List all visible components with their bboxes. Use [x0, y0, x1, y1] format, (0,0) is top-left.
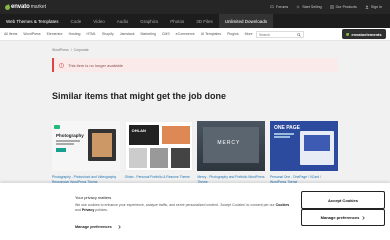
cookie-text-end: policies. — [94, 208, 108, 212]
sub-nav: All Items WordPress Elementor Hosting HT… — [0, 28, 390, 41]
category-nav: Web Themes & Templates Code Video Audio … — [0, 14, 390, 28]
item-card[interactable]: OHLAN Ohlan - Personal Portfolio & Resum… — [124, 121, 193, 184]
subnav-ui-templates[interactable]: UI Templates — [198, 32, 224, 36]
accept-cookies-button[interactable]: Accept Cookies — [301, 191, 385, 209]
manage-preferences-button[interactable]: Manage preferences — [301, 209, 385, 226]
top-links: Forums Start Selling Our Products Sign I… — [270, 0, 390, 14]
start-selling-label: Start Selling — [302, 5, 322, 9]
item-thumbnail[interactable]: MERCY — [197, 121, 266, 171]
cat-graphics[interactable]: Graphics — [134, 14, 164, 28]
forums-label: Forums — [276, 5, 289, 9]
cookies-policy-link[interactable]: Cookies — [276, 203, 290, 207]
alert-message: This item is no longer available — [68, 62, 123, 68]
start-selling-link[interactable]: Start Selling — [296, 5, 322, 9]
thumb-label: ONE PAGE — [273, 125, 300, 131]
envato-elements-button[interactable]: envatoelements — [342, 29, 386, 39]
our-products-label: Our Products — [335, 5, 357, 9]
cat-3d-files[interactable]: 3D Files — [190, 14, 219, 28]
item-thumbnail[interactable]: OHLAN — [124, 121, 193, 171]
forums-link[interactable]: Forums — [270, 5, 288, 9]
thumb-label: MERCY — [217, 140, 241, 146]
top-bar: envato market Forums Start Selling Our P… — [0, 0, 390, 14]
cookie-text: We use cookies to enhance your experienc… — [75, 203, 295, 213]
privacy-policy-link[interactable]: Privacy — [82, 208, 94, 212]
subnav-cms[interactable]: CMS — [159, 32, 173, 36]
manage-preferences-button-label: Manage preferences — [320, 215, 360, 220]
thumb-label: OHLAN — [131, 128, 146, 133]
subnav-marketing[interactable]: Marketing — [138, 32, 159, 36]
cat-audio[interactable]: Audio — [111, 14, 135, 28]
envato-elements-label: envatoelements — [351, 31, 382, 37]
cat-code[interactable]: Code — [65, 14, 88, 28]
similar-items-heading: Similar items that might get the job don… — [52, 91, 227, 101]
forum-icon — [270, 5, 274, 8]
envato-logo[interactable]: envato market — [4, 0, 47, 14]
cat-video[interactable]: Video — [87, 14, 110, 28]
logo-text: envato — [11, 4, 30, 10]
cookie-text-and: and — [75, 208, 82, 212]
similar-items-list: Photography Photography - Photoshoot and… — [52, 121, 338, 184]
cat-unlimited-downloads[interactable]: Unlimited Downloads — [218, 14, 274, 28]
cookie-text-part: We use cookies to enhance your experienc… — [75, 203, 276, 207]
subnav-html[interactable]: HTML — [84, 32, 100, 36]
search-icon[interactable] — [297, 33, 301, 37]
thumb-label: Photography — [56, 133, 84, 138]
our-products-link[interactable]: Our Products — [330, 5, 357, 9]
subnav-plugins[interactable]: Plugins — [224, 32, 241, 36]
subnav-shopify[interactable]: Shopify — [99, 32, 117, 36]
item-thumbnail[interactable]: Photography — [52, 121, 120, 171]
subnav-more[interactable]: More — [242, 32, 256, 36]
item-card[interactable]: MERCY Mercy - Photography and Portfolio … — [197, 121, 266, 184]
cat-photos[interactable]: Photos — [164, 14, 190, 28]
breadcrumb-wordpress[interactable]: WordPress — [52, 48, 69, 52]
leaf-icon — [4, 3, 11, 11]
item-card[interactable]: Photography Photography - Photoshoot and… — [52, 121, 120, 184]
chevron-right-icon — [362, 215, 366, 220]
item-title[interactable]: Ohlan - Personal Portfolio & Resume Them… — [125, 175, 193, 180]
subnav-all-items[interactable]: All Items — [0, 32, 20, 36]
item-thumbnail[interactable]: ONE PAGE — [269, 121, 338, 171]
sell-icon — [296, 5, 300, 9]
cookie-title: Your privacy matters — [75, 195, 112, 200]
manage-preferences-link[interactable]: Manage preferences — [75, 225, 121, 229]
item-card[interactable]: ONE PAGE Personal One - OnePage / VCard … — [269, 121, 338, 184]
cat-web-themes[interactable]: Web Themes & Templates — [0, 14, 65, 28]
elements-leaf-icon — [346, 32, 350, 36]
manage-preferences-label: Manage preferences — [75, 225, 112, 229]
sign-in-label: Sign In — [370, 5, 382, 9]
subnav-wordpress[interactable]: WordPress — [20, 32, 43, 36]
subnav-jamstack[interactable]: Jamstack — [117, 32, 138, 36]
subnav-ecommerce[interactable]: eCommerce — [173, 32, 198, 36]
subnav-hosting[interactable]: Hosting — [66, 32, 84, 36]
breadcrumb-separator: / — [70, 48, 72, 52]
subnav-elementor[interactable]: Elementor — [44, 32, 66, 36]
breadcrumb-corporate[interactable]: Corporate — [74, 48, 89, 52]
search-input[interactable] — [257, 32, 297, 37]
logo-suffix: market — [30, 4, 47, 10]
search-box — [256, 31, 304, 38]
sign-in-link[interactable]: Sign In — [365, 5, 382, 9]
grid-icon — [330, 5, 334, 9]
unavailable-alert: This item is no longer available — [52, 58, 338, 72]
chevron-right-icon — [118, 225, 121, 229]
alert-icon — [59, 62, 64, 68]
user-icon — [365, 5, 369, 9]
breadcrumb: WordPress / Corporate — [52, 48, 89, 52]
